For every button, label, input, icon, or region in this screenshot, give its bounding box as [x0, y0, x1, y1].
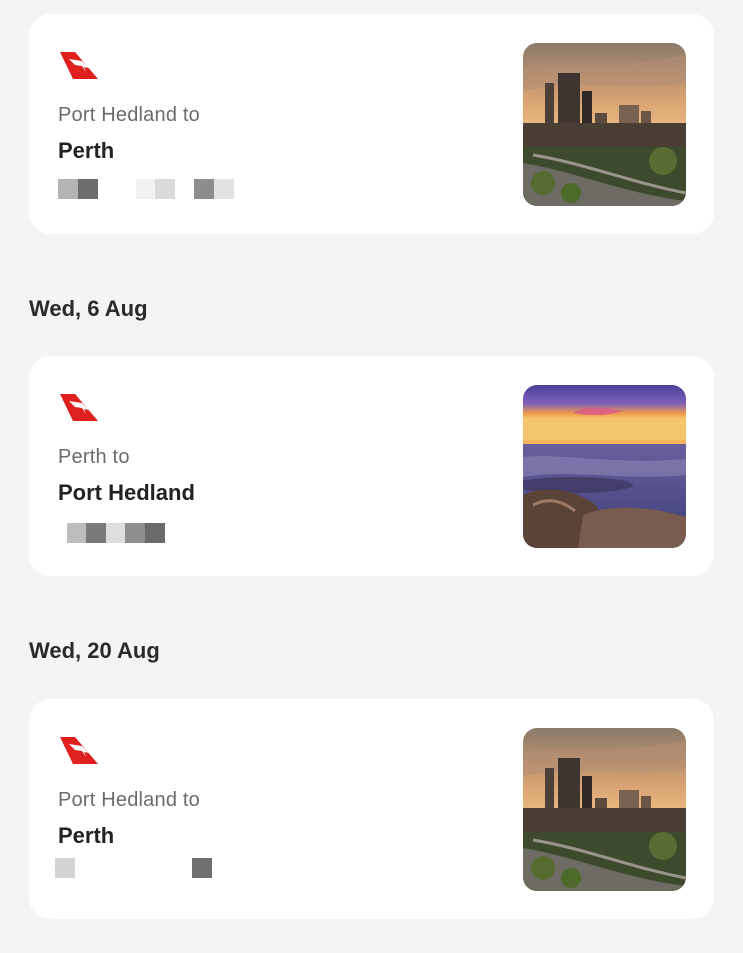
trip-card[interactable]: Port Hedland to Perth	[29, 14, 714, 234]
qantas-logo-icon	[60, 737, 98, 764]
qantas-logo-icon	[60, 52, 98, 79]
trip-date-header: Wed, 6 Aug	[29, 296, 148, 321]
trip-origin-label: Perth to	[58, 446, 130, 468]
destination-photo	[523, 728, 686, 891]
destination-photo	[523, 43, 686, 206]
redacted-details	[29, 858, 229, 878]
trip-origin-label: Port Hedland to	[58, 789, 200, 811]
qantas-logo-icon	[60, 394, 98, 421]
trip-card[interactable]: Port Hedland to Perth	[29, 699, 714, 919]
redacted-details	[29, 523, 229, 543]
trip-card[interactable]: Perth to Port Hedland	[29, 356, 714, 576]
trip-destination-label: Port Hedland	[58, 480, 195, 505]
trip-date-header: Wed, 20 Aug	[29, 638, 160, 663]
trip-destination-label: Perth	[58, 823, 115, 848]
redacted-details	[29, 179, 234, 199]
trips-list: Port Hedland to Perth Wed, 6 Aug Perth t…	[0, 0, 743, 953]
destination-photo	[523, 385, 686, 548]
trip-origin-label: Port Hedland to	[58, 104, 200, 126]
trip-destination-label: Perth	[58, 138, 115, 163]
